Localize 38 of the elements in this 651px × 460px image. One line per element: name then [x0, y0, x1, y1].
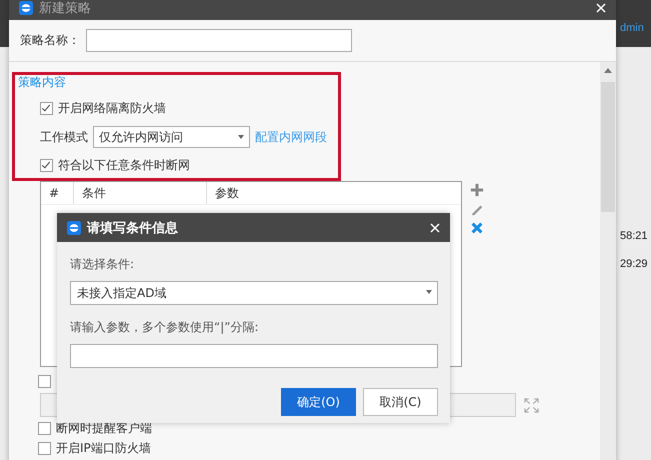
dialog-button[interactable]: 确定(O) [281, 388, 356, 416]
field-label: 工作模式 [40, 128, 88, 146]
app-logo-icon [19, 1, 33, 15]
user-link[interactable]: dmin [620, 22, 644, 34]
app-logo-icon [67, 220, 81, 234]
mode-dropdown[interactable]: 仅允许内网访问 [93, 126, 250, 148]
checkbox[interactable] [38, 375, 51, 388]
scroll-up-icon[interactable] [604, 68, 612, 73]
column-header: 参数 [206, 182, 461, 204]
close-icon[interactable] [596, 3, 606, 13]
condition-dropdown[interactable]: 未接入指定AD域 [70, 281, 438, 305]
dialog-title: 请填写条件信息 [87, 220, 179, 236]
checkbox[interactable] [38, 422, 51, 435]
checkbox[interactable] [38, 442, 51, 455]
column-header: # [48, 185, 60, 202]
expand-icon[interactable] [524, 398, 539, 412]
field-label: 请选择条件: [70, 256, 136, 273]
checkbox-label: 开启IP端口防火墙 [56, 440, 151, 457]
checkbox-label: 断网时提醒客户端 [56, 420, 152, 437]
window-title: 新建策略 [39, 0, 92, 17]
section-title: 策略内容 [18, 74, 67, 91]
close-icon[interactable] [430, 222, 440, 232]
policy-name-field[interactable] [86, 29, 352, 52]
field-label: 请输入参数，多个参数使用“|”分隔: [70, 319, 260, 336]
checkbox-label: 符合以下任意条件时断网 [58, 157, 190, 174]
dialog-button[interactable]: 取消(C) [363, 388, 438, 416]
delete-icon[interactable] [470, 221, 484, 235]
checkbox[interactable] [40, 159, 53, 172]
scrollbar[interactable] [600, 62, 616, 460]
checkbox-label: 开启网络隔离防火墙 [58, 100, 166, 117]
checkbox[interactable] [40, 102, 53, 115]
add-icon[interactable] [470, 183, 484, 197]
column-header: 条件 [73, 182, 206, 204]
row-time: 29:29 [620, 258, 648, 270]
parameter-field[interactable] [70, 344, 438, 368]
scroll-thumb[interactable] [601, 82, 615, 212]
row-time: 58:21 [620, 230, 648, 242]
field-label: 策略名称： [20, 32, 80, 49]
